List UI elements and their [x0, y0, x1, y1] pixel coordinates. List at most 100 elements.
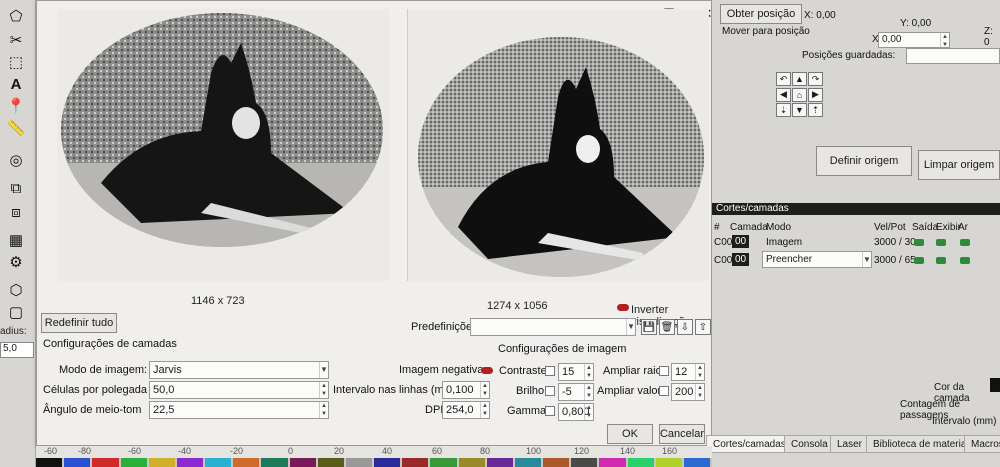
air-toggle[interactable] [960, 239, 970, 246]
enlarge-radius-label: Ampliar raio: [603, 365, 665, 377]
brightness-input[interactable]: -5 ▲ ▼ [558, 383, 594, 401]
brightness-label: Brilho: [516, 385, 548, 397]
brightness-checkbox[interactable] [545, 386, 555, 396]
arrow-up-icon[interactable]: ▲ [792, 72, 807, 86]
grid-icon[interactable]: ▦ [6, 230, 26, 250]
set-origin-button[interactable]: Definir origem [816, 146, 912, 176]
gamma-label: Gamma: [507, 405, 550, 417]
original-dimensions: 1146 x 723 [191, 295, 245, 307]
original-preview-pane: 1146 x 723 [57, 9, 389, 307]
contrast-checkbox[interactable] [545, 366, 555, 376]
tab-laser[interactable]: Laser [830, 435, 870, 453]
left-toolbar: ⬠ ✂ ⬚ A 📍 📏 ◎ ⧉ ⧈ ▦ ⚙ ⬡ ▢ adius: 5,0 [0, 0, 36, 467]
layers-table-header: # Camada Modo Vel/Pot Saída Exibir Ar [714, 222, 968, 233]
clear-origin-button[interactable]: Limpar origem [918, 150, 1000, 180]
cuts-layers-title: Cortes/camadas [712, 203, 1000, 215]
image-settings-title: Configurações de imagem [498, 343, 627, 355]
output-toggle[interactable] [914, 257, 924, 264]
saved-positions-label: Posições guardadas: [802, 50, 896, 61]
pentagon-icon[interactable]: ⬠ [6, 6, 26, 26]
arrow-left-icon[interactable]: ◀ [776, 87, 791, 102]
line-interval-label: Intervalo nas linhas (mm) [333, 384, 457, 396]
presets-select[interactable]: ▼ [470, 318, 636, 336]
halftone-angle-label: Ângulo de meio-tom [43, 404, 142, 416]
text-icon[interactable]: A [6, 74, 26, 94]
original-image [61, 13, 383, 247]
enlarge-value-checkbox[interactable] [659, 386, 669, 396]
tab-cuts-layers[interactable]: Cortes/camadas [706, 435, 793, 453]
processed-dimensions: 1274 x 1056 [487, 300, 548, 312]
radius-label: adius: [0, 326, 27, 337]
rect-select-icon[interactable]: ⬚ [6, 52, 26, 72]
layer-color-chip: 00 [732, 235, 750, 248]
air-toggle[interactable] [960, 257, 970, 264]
export-icon[interactable]: ⇧ [695, 319, 711, 335]
y-readout: Y: 0,00 [900, 18, 932, 29]
gear-icon[interactable]: ⚙ [6, 252, 26, 272]
reset-all-button[interactable]: Redefinir tudo [41, 313, 117, 333]
z-readout: Z: 0 [984, 26, 993, 48]
interval-mm-label: Intervalo (mm) [932, 416, 997, 427]
pin-icon[interactable]: 📍 [6, 96, 26, 116]
negative-image-toggle[interactable] [481, 367, 493, 374]
rotate-left-icon[interactable]: ↶ [776, 72, 791, 86]
dpi-label: DPI [425, 404, 444, 416]
gamma-checkbox[interactable] [545, 406, 555, 416]
enlarge-value-input[interactable]: 200 ▲ ▼ [671, 383, 705, 401]
save-icon[interactable]: 💾 [641, 319, 657, 335]
group-icon[interactable]: ⧈ [6, 202, 26, 222]
tab-macros[interactable]: Macros [964, 435, 1000, 453]
rounded-rect-icon[interactable]: ▢ [6, 302, 26, 322]
copy-icon[interactable]: ⧉ [6, 178, 26, 198]
ok-button[interactable]: OK [607, 424, 653, 444]
mode-select[interactable]: Preencher ▼ [762, 251, 872, 268]
tab-console[interactable]: Consola [784, 435, 835, 453]
dpi-input[interactable]: 254,0 ▲ ▼ [442, 401, 490, 419]
get-position-button[interactable]: Obter posição [720, 4, 802, 24]
enlarge-radius-input[interactable]: 12 ▲ ▼ [671, 363, 705, 381]
contrast-label: Contraste: [499, 365, 550, 377]
cells-per-inch-input[interactable]: 50,0 ▲ ▼ [149, 381, 329, 399]
move-up-icon[interactable]: ⇡ [808, 103, 823, 118]
output-toggle[interactable] [914, 239, 924, 246]
move-down-icon[interactable]: ⇣ [776, 103, 791, 118]
cells-per-inch-label: Células por polegada [43, 384, 147, 396]
ruler-icon[interactable]: 📏 [6, 118, 26, 138]
invert-toggle[interactable] [617, 304, 629, 311]
right-panel: Obter posição X: 0,00 Y: 0,00 Z: 0 Mover… [706, 0, 1000, 467]
line-interval-input[interactable]: 0,100 ▲ ▼ [442, 381, 490, 399]
delete-icon[interactable]: 🗑 [659, 319, 675, 335]
table-row[interactable]: C00 00 Preencher ▼ 3000 / 65 [712, 251, 1000, 269]
cancel-button[interactable]: Cancelar [659, 424, 705, 444]
layer-color-chip: 00 [732, 253, 750, 266]
radius-input[interactable]: 5,0 [0, 342, 34, 358]
show-toggle[interactable] [936, 239, 946, 246]
processed-preview-pane [407, 9, 709, 281]
shape-icon[interactable]: ⬡ [6, 280, 26, 300]
image-settings-dialog: ☐ ✕ 1146 x 723 [36, 0, 712, 446]
contrast-input[interactable]: 15 ▲ ▼ [558, 363, 594, 381]
color-palette [36, 458, 712, 467]
show-toggle[interactable] [936, 257, 946, 264]
halftone-angle-input[interactable]: 22,5 ▲ ▼ [149, 401, 329, 419]
arrow-right-icon[interactable]: ▶ [808, 87, 823, 102]
import-icon[interactable]: ⇩ [677, 319, 693, 335]
home-icon[interactable]: ⌂ [792, 87, 807, 102]
arrow-down-icon[interactable]: ▼ [792, 103, 807, 118]
table-row[interactable]: C00 00 Imagem 3000 / 30 [712, 234, 1000, 250]
enlarge-radius-checkbox[interactable] [659, 366, 669, 376]
rotate-right-icon[interactable]: ↷ [808, 72, 823, 86]
image-mode-label: Modo de imagem: [59, 364, 148, 376]
enlarge-value-label: Ampliar valor: [597, 385, 665, 397]
saved-positions-select[interactable] [906, 48, 1000, 64]
layer-color-swatch[interactable] [990, 378, 1000, 392]
x-readout: X: 0,00 [804, 10, 836, 21]
processed-image [418, 37, 704, 277]
circle-icon[interactable]: ◎ [6, 150, 26, 170]
presets-label: Predefinições [411, 321, 478, 333]
gamma-input[interactable]: 0,800 ▲ ▼ [558, 403, 594, 421]
image-mode-select[interactable]: Jarvis ▼ [149, 361, 329, 379]
x-input[interactable]: 0,00 ▲ ▼ [878, 32, 950, 48]
scissors-icon[interactable]: ✂ [6, 30, 26, 50]
move-to-position-label: Mover para posição [722, 26, 810, 37]
